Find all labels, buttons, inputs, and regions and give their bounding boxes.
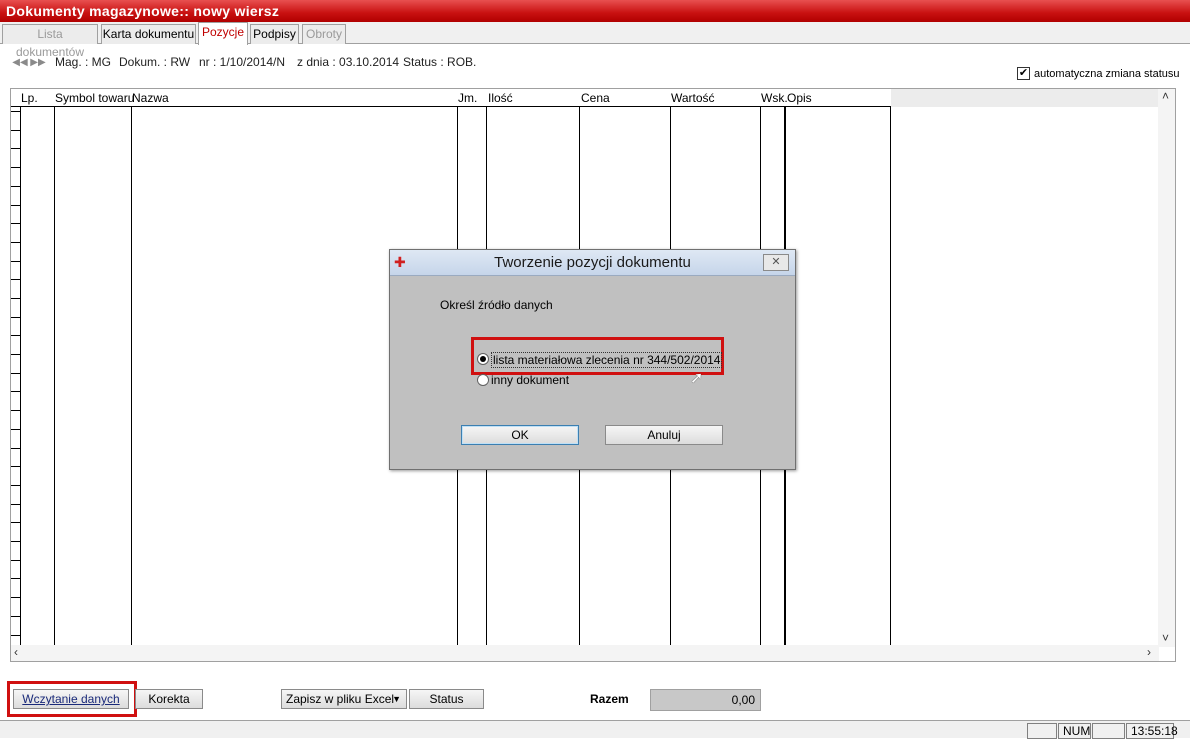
vertical-scrollbar[interactable]: ˄ ˅ <box>1158 89 1175 647</box>
col-cena[interactable]: Cena <box>581 91 610 105</box>
status-num: NUM <box>1058 723 1091 739</box>
check-icon[interactable]: ✔ <box>1017 67 1030 80</box>
option-material-list-label[interactable]: lista materiałowa zlecenia nr 344/502/20… <box>491 352 723 368</box>
next-record-icon[interactable]: ▶▶ <box>30 55 46 71</box>
row-marker <box>11 111 20 112</box>
row-marker <box>11 448 20 449</box>
scroll-right-icon[interactable]: › <box>1147 645 1151 659</box>
grid-header-filler <box>891 89 1159 107</box>
row-marker <box>11 541 20 542</box>
info-status: Status : ROB. <box>403 55 477 69</box>
row-marker <box>11 223 20 224</box>
close-icon[interactable]: ✕ <box>763 254 789 271</box>
col-opis[interactable]: Opis <box>787 91 812 105</box>
col-wartosc[interactable]: Wartość <box>671 91 715 105</box>
tab-bar: Lista dokumentów Karta dokumentu Pozycje… <box>0 22 1190 59</box>
scroll-up-icon[interactable]: ˄ <box>1162 89 1169 103</box>
excel-label: Zapisz w pliku Excel <box>286 692 395 706</box>
total-value: 0,00 <box>650 689 761 711</box>
status-panel-empty <box>1092 723 1125 739</box>
row-marker <box>11 261 20 262</box>
row-marker <box>11 167 20 168</box>
create-positions-dialog: ✚ Tworzenie pozycji dokumentu ✕ Określ ź… <box>389 249 796 470</box>
row-marker <box>11 130 20 131</box>
dialog-prompt: Określ źródło danych <box>440 298 553 312</box>
status-panel-empty <box>1027 723 1057 739</box>
info-dokum: Dokum. : RW <box>119 55 191 69</box>
col-nazwa[interactable]: Nazwa <box>132 91 169 105</box>
row-marker <box>11 205 20 206</box>
horizontal-scrollbar[interactable]: ‹ › <box>11 645 1159 661</box>
row-marker <box>11 317 20 318</box>
radio-material-list[interactable] <box>477 353 489 365</box>
row-marker <box>11 354 20 355</box>
auto-status-label: automatyczna zmiana statusu <box>1034 67 1180 80</box>
auto-status-checkbox[interactable]: ✔ automatyczna zmiana statusu <box>1017 67 1180 80</box>
tab-lista-dokumentow[interactable]: Lista dokumentów <box>2 24 98 59</box>
window-title: Dokumenty magazynowe:: nowy wiersz <box>0 0 1190 22</box>
ok-button[interactable]: OK <box>461 425 579 445</box>
row-marker <box>11 635 20 636</box>
col-ilosc[interactable]: Ilość <box>488 91 513 105</box>
dialog-titlebar[interactable]: ✚ Tworzenie pozycji dokumentu ✕ <box>390 250 795 276</box>
radio-other-document[interactable] <box>477 374 489 386</box>
option-other-document-label[interactable]: inny dokument <box>491 373 569 387</box>
cancel-button[interactable]: Anuluj <box>605 425 723 445</box>
tab-pozycje[interactable]: Pozycje <box>198 22 248 45</box>
row-marker <box>11 373 20 374</box>
scroll-down-icon[interactable]: ˅ <box>1162 631 1169 645</box>
row-marker <box>11 148 20 149</box>
row-marker <box>11 504 20 505</box>
grid-header: Lp. Symbol towaru Nazwa Jm. Ilość Cena W… <box>11 89 891 107</box>
row-marker <box>11 410 20 411</box>
col-symbol[interactable]: Symbol towaru <box>55 91 134 105</box>
status-bar: NUM 13:55:18 <box>0 720 1190 739</box>
prev-record-icon[interactable]: ◀◀ <box>12 55 28 71</box>
row-marker <box>11 560 20 561</box>
load-data-button[interactable]: Wczytanie danych <box>13 689 129 709</box>
row-marker <box>11 578 20 579</box>
row-marker <box>11 335 20 336</box>
row-marker <box>11 298 20 299</box>
info-mag: Mag. : MG <box>55 55 112 69</box>
col-jm[interactable]: Jm. <box>458 91 477 105</box>
row-marker <box>11 466 20 467</box>
excel-dropdown[interactable]: Zapisz w pliku Excel ▼ <box>281 689 407 709</box>
row-marker <box>11 616 20 617</box>
col-lp[interactable]: Lp. <box>21 91 38 105</box>
row-marker <box>11 242 20 243</box>
col-divider <box>20 107 21 647</box>
dialog-title: Tworzenie pozycji dokumentu <box>494 254 691 271</box>
status-time: 13:55:18 <box>1126 723 1178 739</box>
info-nr: nr : 1/10/2014/N <box>199 55 286 69</box>
col-divider <box>890 107 891 647</box>
row-marker <box>11 279 20 280</box>
row-marker <box>11 522 20 523</box>
dropdown-arrow-icon: ▼ <box>392 694 401 704</box>
mouse-cursor-icon: ➚ <box>690 370 704 387</box>
row-marker <box>11 186 20 187</box>
load-data-label: Wczytanie danych <box>22 692 120 706</box>
tab-obroty[interactable]: Obroty <box>302 24 346 44</box>
row-marker <box>11 391 20 392</box>
correction-button[interactable]: Korekta <box>135 689 203 709</box>
col-wsk[interactable]: Wsk. <box>761 91 788 105</box>
col-divider <box>54 107 55 647</box>
row-marker <box>11 597 20 598</box>
info-date: z dnia : 03.10.2014 <box>297 55 400 69</box>
scroll-left-icon[interactable]: ‹ <box>14 645 18 659</box>
status-button[interactable]: Status <box>409 689 484 709</box>
total-label: Razem <box>590 692 629 706</box>
row-marker <box>11 429 20 430</box>
col-divider <box>131 107 132 647</box>
row-marker <box>11 485 20 486</box>
tab-podpisy[interactable]: Podpisy <box>250 24 299 44</box>
tab-karta-dokumentu[interactable]: Karta dokumentu <box>101 24 196 44</box>
